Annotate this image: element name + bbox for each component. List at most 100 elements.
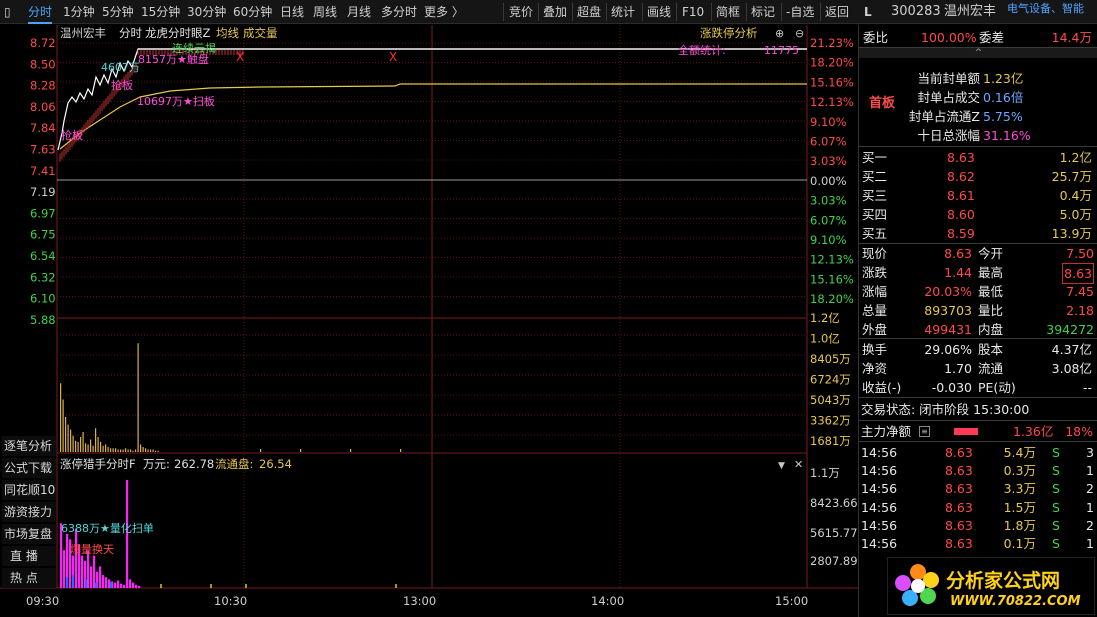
volume-bar: [300, 449, 302, 452]
tool-back[interactable]: 返回: [825, 0, 849, 24]
tab-day[interactable]: 日线: [280, 0, 304, 24]
buy-level-label: 买五: [862, 226, 888, 241]
toolbar-square-icon[interactable]: ▯: [4, 0, 11, 24]
tool-f10[interactable]: F10: [682, 0, 704, 24]
price-tick-label: 8.50: [30, 57, 56, 71]
volume-bar: [152, 449, 154, 452]
sub-title[interactable]: 涨停猎手分时F: [60, 457, 136, 471]
vol-tick-label: 1.0亿: [810, 332, 840, 346]
tick-time: 14:56: [861, 463, 898, 479]
sub-close-icon[interactable]: ✕: [794, 458, 803, 471]
tab-5min[interactable]: 5分钟: [102, 0, 134, 24]
btn-redian[interactable]: 热 点: [2, 568, 56, 588]
quote-label-left: 涨幅: [862, 284, 888, 299]
tick-count: 1: [1086, 499, 1094, 515]
quote-label-left: 外盘: [862, 322, 888, 337]
ann-10697: 10697万★扫板: [137, 94, 215, 108]
tool-huaxian[interactable]: 画线: [647, 0, 671, 24]
btn-zhibo[interactable]: 直 播: [2, 546, 56, 566]
tick-side: S: [1052, 517, 1060, 533]
quote-label-left: 涨跌: [862, 265, 888, 280]
fengdan-label: 封单占流通Z: [908, 109, 980, 124]
tab-more[interactable]: 更多 〉: [424, 0, 464, 24]
sub-flow-bar: [66, 577, 68, 588]
tick-count: 1: [1086, 463, 1094, 479]
buy-level-price: 8.60: [947, 207, 975, 222]
tab-multi-fenshi[interactable]: 多分时: [381, 0, 417, 24]
pct-tick-label: 15.16%: [810, 75, 854, 89]
tab-week[interactable]: 周线: [313, 0, 337, 24]
pct-tick-label: 3.03%: [810, 194, 847, 208]
tab-1min[interactable]: 1分钟: [63, 0, 95, 24]
volume-bar: [400, 449, 402, 452]
weibi-value: 100.00%: [921, 30, 977, 45]
quote-value-left: 893703: [924, 303, 972, 318]
tool-jiankuang[interactable]: 简框: [716, 0, 740, 24]
vol-tick-label: 1.2亿: [810, 311, 840, 325]
tick-time: 14:56: [861, 445, 898, 460]
zhangting-analysis[interactable]: 涨跌停分析: [700, 26, 758, 40]
btn-zhubi[interactable]: 逐笔分析: [2, 436, 56, 456]
volume-bar: [77, 442, 79, 452]
tick-count: 2: [1086, 481, 1094, 497]
tool-tongji[interactable]: 统计: [611, 0, 635, 24]
zoom-out-icon[interactable]: ⊖: [795, 27, 804, 40]
sub-flow-bar: [72, 575, 74, 588]
main-flow-pct: 18%: [1065, 424, 1093, 439]
tick-count: 1: [1086, 536, 1094, 551]
pct-tick-label: 6.07%: [810, 135, 847, 149]
tick-side: S: [1052, 481, 1060, 497]
tab-60min[interactable]: 60分钟: [233, 0, 272, 24]
tick-time: 14:56: [861, 536, 898, 551]
ann-x-mark-1: X: [236, 50, 244, 64]
tool-chaopan[interactable]: 超盘: [577, 0, 601, 24]
stock-name[interactable]: 温州宏丰: [944, 0, 996, 24]
stat-value-left: 29.06%: [924, 342, 972, 357]
fengdan-label: 封单占成交: [917, 90, 980, 105]
volume-bar: [82, 432, 84, 452]
main-flow-row[interactable]: 主力净额 ≡ 1.36亿 18%: [859, 422, 1097, 441]
quote-label-right: 今开: [978, 246, 1004, 261]
tab-15min[interactable]: 15分钟: [141, 0, 180, 24]
volume-bar: [85, 443, 87, 452]
sub-flow-bar: [110, 581, 112, 588]
sub-flow-bar: [90, 566, 93, 588]
tool-zixuan[interactable]: -自选: [786, 0, 814, 24]
stock-concept[interactable]: 电气设备、智能: [1007, 0, 1084, 21]
ann-qiangban-1: 抢板: [111, 78, 133, 92]
buy-level-label: 买四: [862, 207, 888, 222]
tool-diejia[interactable]: 叠加: [543, 0, 567, 24]
tick-vol: 5.4万: [1003, 445, 1036, 460]
list-icon[interactable]: ≡: [919, 426, 930, 437]
btn-ths10[interactable]: 同花顺10: [2, 480, 56, 500]
sub-flow-bar: [135, 584, 138, 588]
sub-flow-bar: [85, 579, 87, 588]
btn-youzi[interactable]: 游资接力: [2, 502, 56, 522]
weicha-value: 14.4万: [1051, 30, 1092, 45]
intraday-chart[interactable]: 温州宏丰 分时 龙虎分时眼Z 均线 成交量 涨跌停分析 ⊕ ⊖ 8.72 8.50…: [0, 25, 858, 617]
tool-biaoji[interactable]: 标记: [751, 0, 775, 24]
sub-dropdown-icon[interactable]: ▼: [778, 461, 785, 471]
chart-vol-label: 成交量: [243, 26, 278, 40]
volume-bar: [117, 449, 119, 452]
price-tick-label: 7.84: [30, 121, 56, 135]
btn-gongshi[interactable]: 公式下载: [2, 458, 56, 478]
tab-month[interactable]: 月线: [347, 0, 371, 24]
vol-tick-label: 6724万: [810, 373, 851, 387]
volume-bar: [90, 439, 92, 452]
tab-fenshi[interactable]: 分时: [28, 0, 53, 24]
time-1300: 13:00: [403, 594, 436, 608]
ann-4607: 4607万: [101, 61, 140, 74]
zoom-in-icon[interactable]: ⊕: [775, 27, 784, 40]
logo-url: WWW.70822.COM: [950, 594, 1081, 609]
fengdan-value: 1.23亿: [983, 71, 1024, 86]
tab-30min[interactable]: 30分钟: [187, 0, 226, 24]
tool-jingjia[interactable]: 竞价: [509, 0, 533, 24]
time-1400: 14:00: [591, 594, 624, 608]
btn-fupan[interactable]: 市场复盘: [2, 524, 56, 544]
collapse-arrow-icon[interactable]: ^: [859, 48, 1097, 58]
tick-vol: 1.5万: [1003, 499, 1036, 515]
sub-flow-bar: [245, 584, 247, 588]
chart-indicator[interactable]: 龙虎分时眼Z: [145, 26, 210, 40]
stat-label-right: 流通: [978, 361, 1004, 376]
